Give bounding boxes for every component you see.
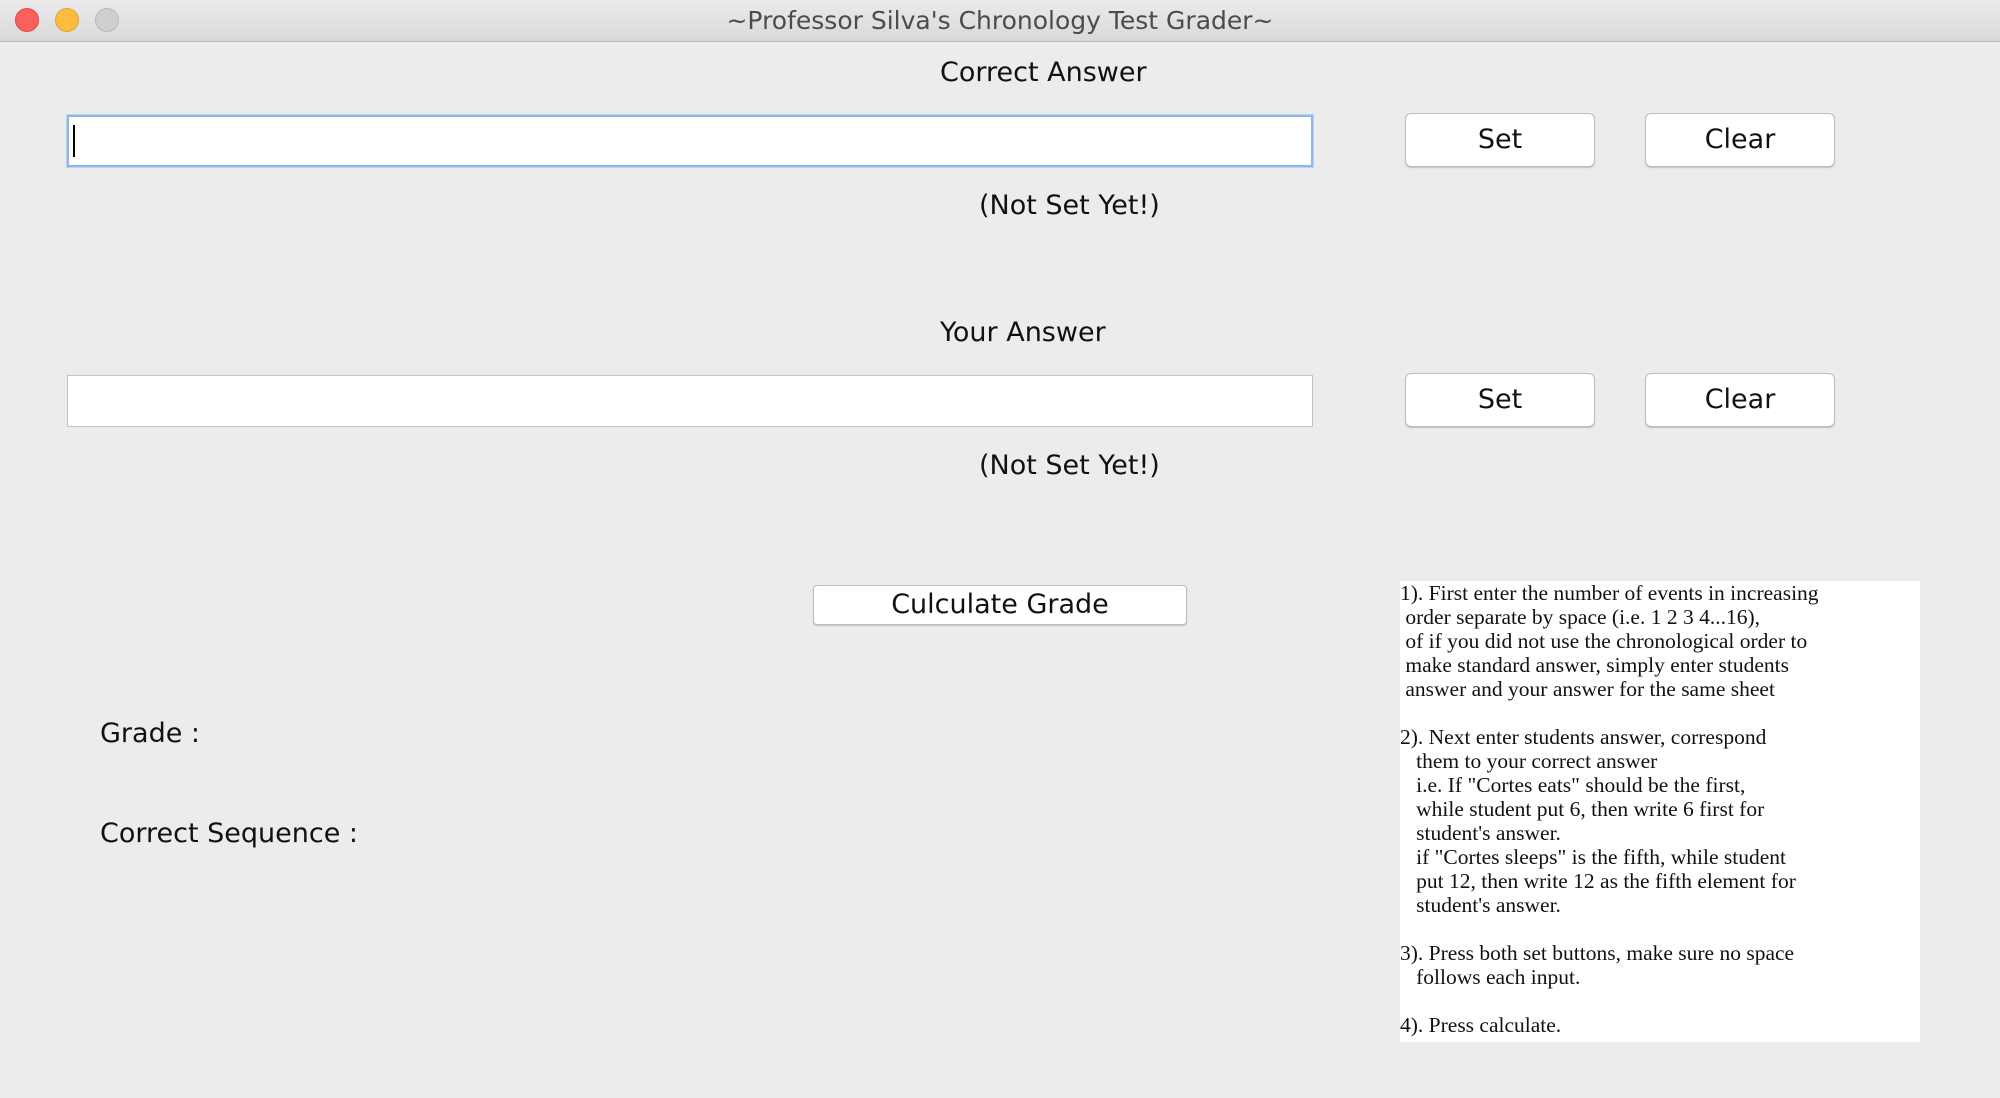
instruction-line: student's answer. bbox=[1400, 821, 1561, 845]
correct-sequence-label: Correct Sequence : bbox=[100, 818, 358, 849]
correct-answer-clear-button[interactable]: Clear bbox=[1645, 113, 1835, 167]
instruction-line: of if you did not use the chronological … bbox=[1400, 629, 1808, 653]
instruction-line bbox=[1400, 989, 1920, 1013]
instruction-line: order separate by space (i.e. 1 2 3 4...… bbox=[1400, 605, 1760, 629]
window-title: ~Professor Silva's Chronology Test Grade… bbox=[726, 6, 1274, 35]
instruction-line bbox=[1400, 917, 1920, 941]
instruction-line: student's answer. bbox=[1400, 893, 1561, 917]
your-answer-input[interactable] bbox=[67, 375, 1313, 427]
instruction-line: answer and your answer for the same shee… bbox=[1400, 677, 1775, 701]
your-answer-status: (Not Set Yet!) bbox=[979, 450, 1160, 481]
correct-answer-heading: Correct Answer bbox=[940, 57, 1147, 88]
your-answer-set-button[interactable]: Set bbox=[1405, 373, 1595, 427]
text-caret bbox=[73, 125, 75, 157]
app-window: ~Professor Silva's Chronology Test Grade… bbox=[0, 0, 2000, 1098]
instructions-text: 1). First enter the number of events in … bbox=[1400, 581, 1920, 1037]
calculate-grade-button[interactable]: Culculate Grade bbox=[813, 585, 1187, 625]
grade-label: Grade : bbox=[100, 718, 200, 749]
instruction-line: 2). Next enter students answer, correspo… bbox=[1400, 725, 1767, 749]
instruction-line: make standard answer, simply enter stude… bbox=[1400, 653, 1790, 677]
correct-answer-status: (Not Set Yet!) bbox=[979, 190, 1160, 221]
instructions-panel: 1). First enter the number of events in … bbox=[1400, 581, 1920, 1042]
instruction-line: 1). First enter the number of events in … bbox=[1400, 581, 1819, 605]
instruction-line bbox=[1400, 701, 1920, 725]
instruction-line: put 12, then write 12 as the fifth eleme… bbox=[1400, 869, 1796, 893]
correct-answer-input[interactable] bbox=[67, 115, 1313, 167]
instruction-line: i.e. If "Cortes eats" should be the firs… bbox=[1400, 773, 1746, 797]
instruction-line: 4). Press calculate. bbox=[1400, 1013, 1562, 1037]
instruction-line: 3). Press both set buttons, make sure no… bbox=[1400, 941, 1795, 965]
instruction-line: follows each input. bbox=[1400, 965, 1581, 989]
instruction-line: while student put 6, then write 6 first … bbox=[1400, 797, 1765, 821]
your-answer-clear-button[interactable]: Clear bbox=[1645, 373, 1835, 427]
correct-answer-set-button[interactable]: Set bbox=[1405, 113, 1595, 167]
instruction-line: them to your correct answer bbox=[1400, 749, 1658, 773]
instruction-line: if "Cortes sleeps" is the fifth, while s… bbox=[1400, 845, 1786, 869]
title-bar: ~Professor Silva's Chronology Test Grade… bbox=[0, 0, 2000, 42]
your-answer-heading: Your Answer bbox=[940, 317, 1106, 348]
